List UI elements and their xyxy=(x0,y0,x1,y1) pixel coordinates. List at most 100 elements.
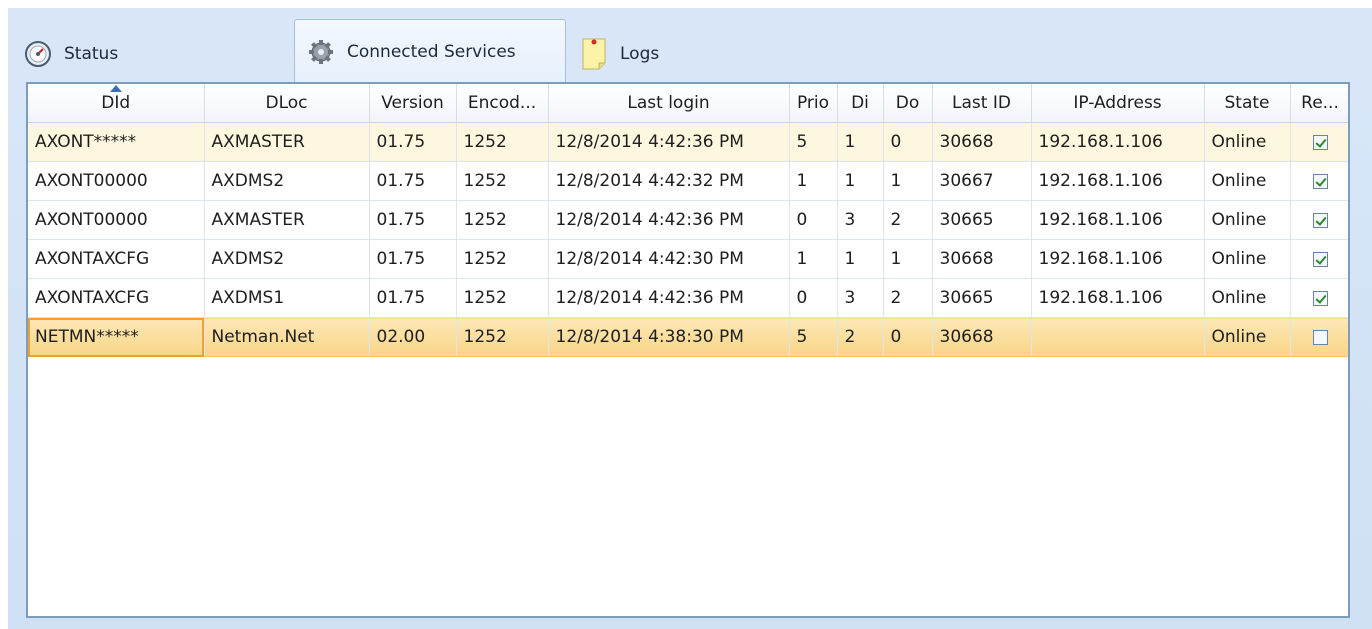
cell-ip-address[interactable]: 192.168.1.106 xyxy=(1031,161,1205,201)
column-header-dloc[interactable]: DLoc xyxy=(204,84,370,123)
table-row[interactable]: AXONT00000 AXDMS2 01.75 1252 12/8/2014 4:42:… xyxy=(28,161,1348,201)
cell-prio[interactable]: 5 xyxy=(789,317,838,357)
cell-encoding[interactable]: 1252 xyxy=(456,200,549,240)
cell-di[interactable]: 1 xyxy=(837,239,884,279)
column-header-last-id[interactable]: Last ID xyxy=(932,84,1032,123)
cell-encoding[interactable]: 1252 xyxy=(456,239,549,279)
re-checkbox[interactable] xyxy=(1312,290,1328,306)
cell-last-id[interactable]: 30668 xyxy=(932,122,1032,162)
cell-re xyxy=(1290,239,1348,279)
cell-did[interactable]: AXONTAXCFG xyxy=(28,278,205,318)
cell-encoding[interactable]: 1252 xyxy=(456,278,549,318)
cell-dloc[interactable]: AXDMS1 xyxy=(204,278,370,318)
cell-last-id[interactable]: 30668 xyxy=(932,317,1032,357)
cell-prio[interactable]: 5 xyxy=(789,122,838,162)
re-checkbox[interactable] xyxy=(1312,173,1328,189)
cell-version[interactable]: 01.75 xyxy=(369,200,457,240)
tab-logs[interactable]: Logs xyxy=(580,25,720,83)
cell-did[interactable]: AXONTAXCFG xyxy=(28,239,205,279)
cell-state[interactable]: Online xyxy=(1204,239,1291,279)
cell-state[interactable]: Online xyxy=(1204,161,1291,201)
cell-last-login[interactable]: 12/8/2014 4:42:36 PM xyxy=(548,200,790,240)
cell-version[interactable]: 01.75 xyxy=(369,239,457,279)
cell-ip-address[interactable]: 192.168.1.106 xyxy=(1031,122,1205,162)
cell-prio[interactable]: 0 xyxy=(789,278,838,318)
cell-state[interactable]: Online xyxy=(1204,122,1291,162)
column-header-ip-address[interactable]: IP-Address xyxy=(1031,84,1205,123)
cell-state[interactable]: Online xyxy=(1204,200,1291,240)
cell-version[interactable]: 01.75 xyxy=(369,278,457,318)
re-checkbox[interactable] xyxy=(1312,329,1328,345)
cell-did[interactable]: AXONT00000 xyxy=(28,161,205,201)
cell-dloc[interactable]: AXMASTER xyxy=(204,200,370,240)
cell-did[interactable]: AXONT***** xyxy=(28,122,205,162)
cell-state[interactable]: Online xyxy=(1204,278,1291,318)
cell-version[interactable]: 01.75 xyxy=(369,122,457,162)
re-checkbox[interactable] xyxy=(1312,212,1328,228)
tab-status[interactable]: Status xyxy=(24,25,204,83)
cell-di[interactable]: 2 xyxy=(837,317,884,357)
re-checkbox[interactable] xyxy=(1312,251,1328,267)
cell-ip-address[interactable]: 192.168.1.106 xyxy=(1031,239,1205,279)
cell-prio[interactable]: 0 xyxy=(789,200,838,240)
table-row[interactable]: AXONT***** AXMASTER 01.75 1252 12/8/2014 4:4… xyxy=(28,122,1348,162)
cell-do[interactable]: 0 xyxy=(883,122,933,162)
cell-re xyxy=(1290,278,1348,318)
tab-connected-services[interactable]: Connected Services xyxy=(294,19,566,83)
cell-did[interactable]: NETMN***** xyxy=(28,317,205,357)
column-header-last-login[interactable]: Last login xyxy=(548,84,790,123)
cell-do[interactable]: 2 xyxy=(883,200,933,240)
cell-di[interactable]: 1 xyxy=(837,161,884,201)
cell-encoding[interactable]: 1252 xyxy=(456,122,549,162)
cell-di[interactable]: 3 xyxy=(837,278,884,318)
cell-version[interactable]: 02.00 xyxy=(369,317,457,357)
cell-ip-address[interactable] xyxy=(1031,317,1205,357)
cell-encoding[interactable]: 1252 xyxy=(456,317,549,357)
re-checkbox[interactable] xyxy=(1312,134,1328,150)
column-header-prio[interactable]: Prio xyxy=(789,84,838,123)
tab-connected-services-label: Connected Services xyxy=(347,41,516,62)
table-row[interactable]: NETMN***** Netman.Net 02.00 1252 12/8/2014 4… xyxy=(28,317,1348,357)
cell-prio[interactable]: 1 xyxy=(789,161,838,201)
cell-do[interactable]: 1 xyxy=(883,161,933,201)
column-header-do[interactable]: Do xyxy=(883,84,933,123)
cell-ip-address[interactable]: 192.168.1.106 xyxy=(1031,278,1205,318)
table-row[interactable]: AXONT00000 AXMASTER 01.75 1252 12/8/2014 4:4… xyxy=(28,200,1348,240)
column-header-version[interactable]: Version xyxy=(369,84,457,123)
cell-di[interactable]: 3 xyxy=(837,200,884,240)
cell-do[interactable]: 0 xyxy=(883,317,933,357)
cell-do[interactable]: 2 xyxy=(883,278,933,318)
cell-di[interactable]: 1 xyxy=(837,122,884,162)
cell-dloc[interactable]: AXDMS2 xyxy=(204,239,370,279)
cell-state[interactable]: Online xyxy=(1204,317,1291,357)
cell-last-id[interactable]: 30667 xyxy=(932,161,1032,201)
cell-ip-address[interactable]: 192.168.1.106 xyxy=(1031,200,1205,240)
cell-last-login[interactable]: 12/8/2014 4:42:30 PM xyxy=(548,239,790,279)
tab-logs-label: Logs xyxy=(620,44,660,64)
cell-dloc[interactable]: AXDMS2 xyxy=(204,161,370,201)
cell-encoding[interactable]: 1252 xyxy=(456,161,549,201)
column-header-state[interactable]: State xyxy=(1204,84,1291,123)
cell-prio[interactable]: 1 xyxy=(789,239,838,279)
cell-dloc[interactable]: Netman.Net xyxy=(204,317,370,357)
column-header-re[interactable]: Re... xyxy=(1290,84,1348,123)
table-row[interactable]: AXONTAXCFG AXDMS1 01.75 1252 12/8/2014 4:42:… xyxy=(28,278,1348,318)
cell-last-id[interactable]: 30665 xyxy=(932,278,1032,318)
header-row: DId DLoc Version Encod... Last login Pri… xyxy=(28,84,1348,123)
speedometer-icon xyxy=(25,41,51,67)
cell-last-login[interactable]: 12/8/2014 4:42:32 PM xyxy=(548,161,790,201)
cell-last-login[interactable]: 12/8/2014 4:38:30 PM xyxy=(548,317,790,357)
cell-version[interactable]: 01.75 xyxy=(369,161,457,201)
cell-last-login[interactable]: 12/8/2014 4:42:36 PM xyxy=(548,122,790,162)
cell-do[interactable]: 1 xyxy=(883,239,933,279)
cell-re xyxy=(1290,122,1348,162)
column-header-did[interactable]: DId xyxy=(28,84,205,123)
cell-dloc[interactable]: AXMASTER xyxy=(204,122,370,162)
cell-last-login[interactable]: 12/8/2014 4:42:36 PM xyxy=(548,278,790,318)
table-row[interactable]: AXONTAXCFG AXDMS2 01.75 1252 12/8/2014 4:42:… xyxy=(28,239,1348,279)
cell-last-id[interactable]: 30665 xyxy=(932,200,1032,240)
column-header-di[interactable]: Di xyxy=(837,84,884,123)
cell-last-id[interactable]: 30668 xyxy=(932,239,1032,279)
cell-did[interactable]: AXONT00000 xyxy=(28,200,205,240)
column-header-encoding[interactable]: Encod... xyxy=(456,84,549,123)
